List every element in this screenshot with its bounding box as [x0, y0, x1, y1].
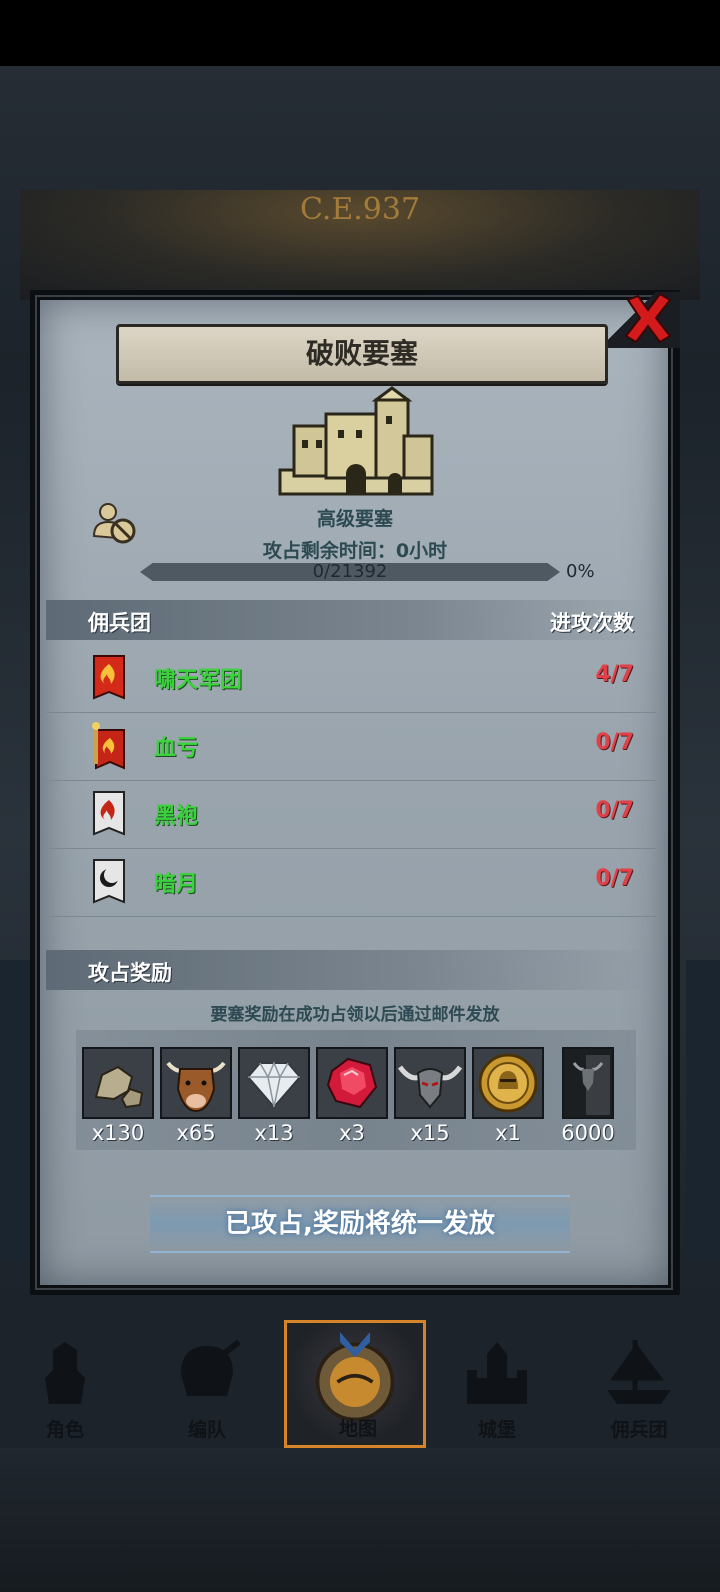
- legion-name: 血亏: [154, 736, 199, 761]
- legion-name: 啸天军团: [154, 668, 243, 693]
- horned-helmet-icon: [396, 1049, 464, 1117]
- close-button[interactable]: [620, 290, 676, 346]
- legion-honor-icon: [564, 1049, 612, 1117]
- legion-attack-count: 0/7: [595, 798, 634, 823]
- legion-name: 暗月: [154, 872, 199, 897]
- crescent-moon-banner-icon: [93, 859, 125, 904]
- helmet-icon: [181, 1339, 241, 1396]
- ruby-icon: [318, 1049, 386, 1117]
- nav-tab-formation[interactable]: 编队: [142, 1328, 272, 1446]
- reward-qty: x13: [254, 1121, 294, 1145]
- legion-section-header: 佣兵团 进攻次数: [46, 600, 656, 640]
- reward-item-ruby[interactable]: [316, 1047, 388, 1119]
- legion-section-label: 佣兵团: [88, 611, 151, 635]
- legion-attack-count: 0/7: [595, 866, 634, 891]
- reward-qty: x130: [91, 1121, 145, 1145]
- nav-tab-castle[interactable]: 城堡: [432, 1328, 562, 1446]
- remaining-time: 攻占剩余时间：0小时: [262, 540, 448, 562]
- torch-banner-icon: [92, 722, 125, 770]
- white-flame-banner-icon: [93, 791, 125, 836]
- reward-item-ox[interactable]: [160, 1047, 232, 1119]
- reward-qty: x3: [339, 1121, 365, 1145]
- era-label: C.E.937: [299, 192, 421, 227]
- castle-icon: [467, 1342, 527, 1404]
- legion-name: 黑袍: [154, 804, 199, 829]
- nav-tab-map[interactable]: 地图: [284, 1320, 426, 1448]
- reward-item-legion-honor[interactable]: [562, 1047, 614, 1119]
- reward-note: 要塞奖励在成功占领以后通过邮件发放: [210, 1005, 500, 1025]
- dialog-title: 破败要塞: [116, 324, 608, 384]
- stone-icon: [84, 1049, 152, 1117]
- legion-attack-count: 0/7: [595, 730, 634, 755]
- legion-row[interactable]: 黑袍 0/7: [46, 780, 656, 849]
- reward-section-label: 攻占奖励: [88, 961, 172, 985]
- nav-label: 角色: [45, 1419, 84, 1441]
- legion-row[interactable]: 暗月 0/7: [46, 848, 656, 917]
- knight-icon: [45, 1342, 85, 1404]
- legion-row[interactable]: 血亏 0/7: [46, 712, 656, 781]
- reward-qty: 6000: [561, 1121, 615, 1145]
- left-side-panel: [0, 960, 34, 1260]
- legion-attack-count: 4/7: [595, 662, 634, 687]
- reward-item-gold-medal[interactable]: [472, 1047, 544, 1119]
- close-icon: [624, 292, 672, 344]
- fort-type: 高级要塞: [316, 508, 393, 530]
- reward-item-diamond[interactable]: [238, 1047, 310, 1119]
- nav-label: 地图: [338, 1418, 377, 1440]
- ox-icon: [162, 1049, 230, 1117]
- bottom-bar: [0, 1448, 720, 1592]
- nav-label: 编队: [187, 1419, 226, 1441]
- legion-row[interactable]: 啸天军团 4/7: [46, 644, 656, 713]
- reward-section-header: 攻占奖励: [46, 950, 656, 990]
- no-player-icon[interactable]: [92, 500, 138, 546]
- claimed-status: 已攻占,奖励将统一发放: [150, 1195, 570, 1253]
- attack-count-label: 进攻次数: [550, 611, 634, 635]
- reward-qty: x1: [495, 1121, 521, 1145]
- nav-tab-character[interactable]: 角色: [0, 1328, 130, 1446]
- castle-icon: [276, 386, 436, 498]
- diamond-icon: [240, 1049, 308, 1117]
- nav-label: 城堡: [477, 1419, 516, 1441]
- status-bar: [0, 0, 720, 66]
- ship-icon: [607, 1340, 671, 1404]
- flame-banner-icon: [93, 655, 125, 700]
- reward-item-stone[interactable]: [82, 1047, 154, 1119]
- reward-qty: x15: [410, 1121, 450, 1145]
- nav-label: 佣兵团: [610, 1419, 668, 1441]
- nav-tab-legion[interactable]: 佣兵团: [574, 1328, 704, 1446]
- map-emblem-icon: [315, 1332, 395, 1422]
- capture-progress-text: 0/21392: [312, 561, 388, 582]
- gold-medal-icon: [474, 1049, 542, 1117]
- right-side-panel: [686, 960, 720, 1260]
- reward-item-horned-helmet[interactable]: [394, 1047, 466, 1119]
- reward-qty: x65: [176, 1121, 216, 1145]
- capture-progress-percent: 0%: [566, 561, 595, 582]
